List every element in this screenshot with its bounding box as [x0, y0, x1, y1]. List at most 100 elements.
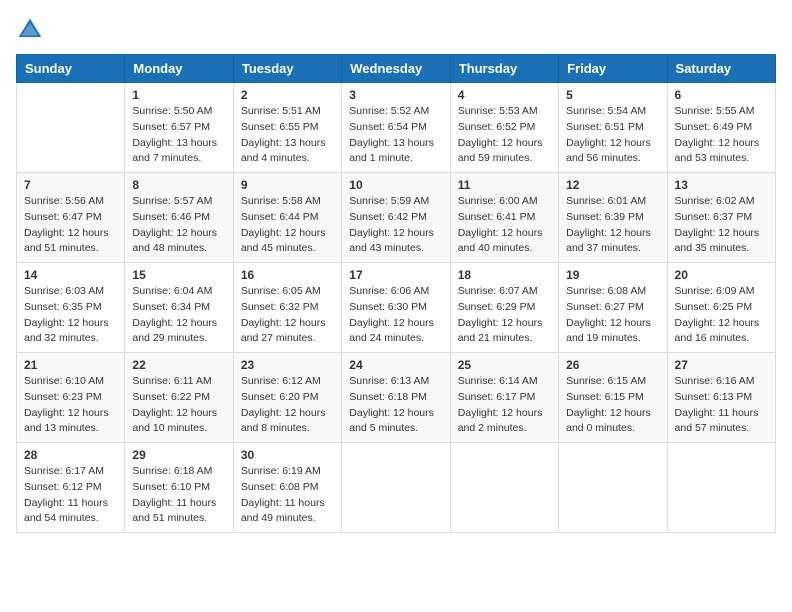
calendar-header-friday: Friday	[559, 55, 667, 83]
calendar-header-thursday: Thursday	[450, 55, 558, 83]
day-number: 13	[675, 178, 768, 192]
day-number: 7	[24, 178, 117, 192]
calendar-cell: 29 Sunrise: 6:18 AMSunset: 6:10 PMDayligh…	[125, 443, 233, 533]
day-info: Sunrise: 6:12 AMSunset: 6:20 PMDaylight:…	[241, 374, 334, 437]
calendar-cell: 8 Sunrise: 5:57 AMSunset: 6:46 PMDaylight…	[125, 173, 233, 263]
day-info: Sunrise: 6:08 AMSunset: 6:27 PMDaylight:…	[566, 284, 659, 347]
day-info: Sunrise: 6:05 AMSunset: 6:32 PMDaylight:…	[241, 284, 334, 347]
calendar-cell: 17 Sunrise: 6:06 AMSunset: 6:30 PMDayligh…	[342, 263, 450, 353]
day-info: Sunrise: 5:56 AMSunset: 6:47 PMDaylight:…	[24, 194, 117, 257]
calendar-header-sunday: Sunday	[17, 55, 125, 83]
day-info: Sunrise: 6:16 AMSunset: 6:13 PMDaylight:…	[675, 374, 768, 437]
day-number: 29	[132, 448, 225, 462]
calendar-header-wednesday: Wednesday	[342, 55, 450, 83]
day-info: Sunrise: 6:00 AMSunset: 6:41 PMDaylight:…	[458, 194, 551, 257]
calendar-week-0: 1 Sunrise: 5:50 AMSunset: 6:57 PMDaylight…	[17, 83, 776, 173]
calendar-header-tuesday: Tuesday	[233, 55, 341, 83]
calendar-cell: 25Sunrise: 6:14 AMSunset: 6:17 PMDayligh…	[450, 353, 558, 443]
calendar-week-4: 28 Sunrise: 6:17 AMSunset: 6:12 PMDayligh…	[17, 443, 776, 533]
day-number: 24	[349, 358, 442, 372]
day-number: 11	[458, 178, 551, 192]
calendar-cell: 14 Sunrise: 6:03 AMSunset: 6:35 PMDayligh…	[17, 263, 125, 353]
day-number: 9	[241, 178, 334, 192]
day-number: 20	[675, 268, 768, 282]
day-number: 10	[349, 178, 442, 192]
day-info: Sunrise: 5:52 AMSunset: 6:54 PMDaylight:…	[349, 104, 442, 167]
day-number: 14	[24, 268, 117, 282]
day-number: 28	[24, 448, 117, 462]
calendar-cell	[17, 83, 125, 173]
calendar-cell: 2Sunrise: 5:51 AMSunset: 6:55 PMDaylight…	[233, 83, 341, 173]
day-info: Sunrise: 6:02 AMSunset: 6:37 PMDaylight:…	[675, 194, 768, 257]
logo-icon	[16, 16, 44, 44]
calendar-cell: 6 Sunrise: 5:55 AMSunset: 6:49 PMDaylight…	[667, 83, 775, 173]
day-number: 12	[566, 178, 659, 192]
calendar-cell: 10 Sunrise: 5:59 AMSunset: 6:42 PMDayligh…	[342, 173, 450, 263]
day-info: Sunrise: 6:10 AMSunset: 6:23 PMDaylight:…	[24, 374, 117, 437]
calendar-cell: 5 Sunrise: 5:54 AMSunset: 6:51 PMDaylight…	[559, 83, 667, 173]
calendar-cell	[450, 443, 558, 533]
day-info: Sunrise: 5:50 AMSunset: 6:57 PMDaylight:…	[132, 104, 225, 167]
calendar-cell: 21 Sunrise: 6:10 AMSunset: 6:23 PMDayligh…	[17, 353, 125, 443]
day-info: Sunrise: 5:53 AMSunset: 6:52 PMDaylight:…	[458, 104, 551, 167]
day-info: Sunrise: 5:54 AMSunset: 6:51 PMDaylight:…	[566, 104, 659, 167]
calendar-week-3: 21 Sunrise: 6:10 AMSunset: 6:23 PMDayligh…	[17, 353, 776, 443]
calendar-table: SundayMondayTuesdayWednesdayThursdayFrid…	[16, 54, 776, 533]
day-info: Sunrise: 6:19 AMSunset: 6:08 PMDaylight:…	[241, 464, 334, 527]
calendar-body: 1 Sunrise: 5:50 AMSunset: 6:57 PMDaylight…	[17, 83, 776, 533]
calendar-cell: 28 Sunrise: 6:17 AMSunset: 6:12 PMDayligh…	[17, 443, 125, 533]
day-info: Sunrise: 6:18 AMSunset: 6:10 PMDaylight:…	[132, 464, 225, 527]
calendar-header-monday: Monday	[125, 55, 233, 83]
day-number: 17	[349, 268, 442, 282]
calendar-cell: 13 Sunrise: 6:02 AMSunset: 6:37 PMDayligh…	[667, 173, 775, 263]
day-number: 6	[675, 88, 768, 102]
day-info: Sunrise: 6:17 AMSunset: 6:12 PMDaylight:…	[24, 464, 117, 527]
calendar-cell: 11 Sunrise: 6:00 AMSunset: 6:41 PMDayligh…	[450, 173, 558, 263]
day-number: 3	[349, 88, 442, 102]
day-number: 21	[24, 358, 117, 372]
calendar-cell	[667, 443, 775, 533]
calendar-cell: 23 Sunrise: 6:12 AMSunset: 6:20 PMDayligh…	[233, 353, 341, 443]
day-number: 16	[241, 268, 334, 282]
calendar-cell: 20 Sunrise: 6:09 AMSunset: 6:25 PMDayligh…	[667, 263, 775, 353]
day-number: 15	[132, 268, 225, 282]
page-header	[16, 16, 776, 44]
calendar-cell: 19 Sunrise: 6:08 AMSunset: 6:27 PMDayligh…	[559, 263, 667, 353]
day-info: Sunrise: 5:51 AMSunset: 6:55 PMDaylight:…	[241, 104, 334, 167]
calendar-cell: 7 Sunrise: 5:56 AMSunset: 6:47 PMDaylight…	[17, 173, 125, 263]
calendar-cell: 27Sunrise: 6:16 AMSunset: 6:13 PMDayligh…	[667, 353, 775, 443]
day-number: 30	[241, 448, 334, 462]
day-number: 1	[132, 88, 225, 102]
day-info: Sunrise: 6:15 AMSunset: 6:15 PMDaylight:…	[566, 374, 659, 437]
day-number: 19	[566, 268, 659, 282]
day-info: Sunrise: 6:07 AMSunset: 6:29 PMDaylight:…	[458, 284, 551, 347]
day-number: 8	[132, 178, 225, 192]
day-info: Sunrise: 6:03 AMSunset: 6:35 PMDaylight:…	[24, 284, 117, 347]
calendar-week-1: 7 Sunrise: 5:56 AMSunset: 6:47 PMDaylight…	[17, 173, 776, 263]
day-info: Sunrise: 6:13 AMSunset: 6:18 PMDaylight:…	[349, 374, 442, 437]
day-info: Sunrise: 5:59 AMSunset: 6:42 PMDaylight:…	[349, 194, 442, 257]
calendar-cell	[559, 443, 667, 533]
logo	[16, 16, 48, 44]
day-info: Sunrise: 6:01 AMSunset: 6:39 PMDaylight:…	[566, 194, 659, 257]
day-info: Sunrise: 5:57 AMSunset: 6:46 PMDaylight:…	[132, 194, 225, 257]
calendar-cell: 12 Sunrise: 6:01 AMSunset: 6:39 PMDayligh…	[559, 173, 667, 263]
calendar-cell: 18 Sunrise: 6:07 AMSunset: 6:29 PMDayligh…	[450, 263, 558, 353]
calendar-cell: 22Sunrise: 6:11 AMSunset: 6:22 PMDayligh…	[125, 353, 233, 443]
calendar-header-row: SundayMondayTuesdayWednesdayThursdayFrid…	[17, 55, 776, 83]
calendar-cell: 24 Sunrise: 6:13 AMSunset: 6:18 PMDayligh…	[342, 353, 450, 443]
calendar-cell: 15 Sunrise: 6:04 AMSunset: 6:34 PMDayligh…	[125, 263, 233, 353]
day-info: Sunrise: 6:11 AMSunset: 6:22 PMDaylight:…	[132, 374, 225, 437]
calendar-cell	[342, 443, 450, 533]
calendar-cell: 30 Sunrise: 6:19 AMSunset: 6:08 PMDayligh…	[233, 443, 341, 533]
day-number: 18	[458, 268, 551, 282]
day-info: Sunrise: 6:09 AMSunset: 6:25 PMDaylight:…	[675, 284, 768, 347]
day-number: 4	[458, 88, 551, 102]
day-number: 26	[566, 358, 659, 372]
day-number: 23	[241, 358, 334, 372]
day-info: Sunrise: 6:04 AMSunset: 6:34 PMDaylight:…	[132, 284, 225, 347]
day-info: Sunrise: 5:55 AMSunset: 6:49 PMDaylight:…	[675, 104, 768, 167]
day-info: Sunrise: 6:06 AMSunset: 6:30 PMDaylight:…	[349, 284, 442, 347]
day-number: 5	[566, 88, 659, 102]
day-info: Sunrise: 5:58 AMSunset: 6:44 PMDaylight:…	[241, 194, 334, 257]
